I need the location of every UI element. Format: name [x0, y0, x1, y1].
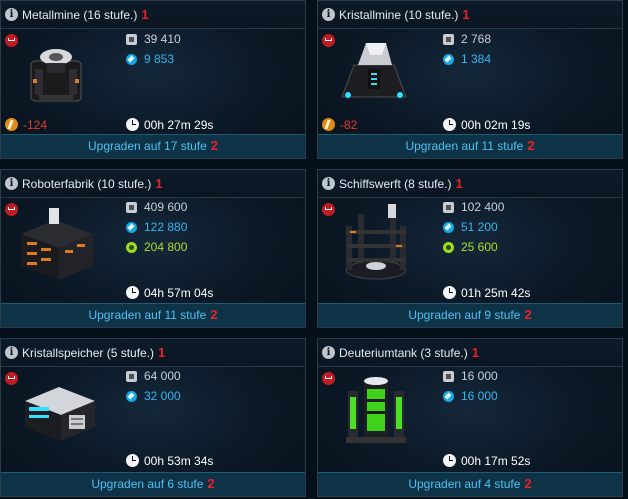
callout-number: 1: [471, 345, 479, 360]
upgrade-button[interactable]: Upgraden auf 4 stufe 2: [318, 472, 622, 496]
metal-cost: 16 000: [461, 369, 498, 383]
teardown-icon[interactable]: [5, 372, 18, 385]
crystal-cost: 32 000: [144, 389, 181, 403]
metal-cost: 2 768: [461, 32, 492, 46]
crystal-cost: 16 000: [461, 389, 498, 403]
info-icon[interactable]: i: [322, 346, 335, 359]
card-header: i Metallmine (16 stufe.) 1: [1, 1, 305, 29]
callout-number: 1: [455, 176, 463, 191]
clock-icon: [126, 454, 139, 467]
energy-icon: [322, 118, 335, 131]
building-image-metallmine: [30, 49, 82, 102]
clock-icon: [443, 454, 456, 467]
callout-number: 2: [207, 476, 215, 491]
callout-number: 1: [158, 345, 166, 360]
info-icon[interactable]: i: [5, 177, 18, 190]
metal-icon: [126, 371, 137, 382]
callout-number: 1: [462, 7, 470, 22]
teardown-icon[interactable]: [5, 34, 18, 47]
energy-consumption: -82: [340, 118, 358, 132]
metal-icon: [126, 34, 137, 45]
building-image-kristallspeicher: [25, 387, 95, 441]
deuterium-icon: [126, 242, 137, 253]
building-title: Kristallspeicher (5 stufe.) 1: [22, 345, 166, 360]
card-header: i Kristallmine (10 stufe.) 1: [318, 1, 622, 29]
deuterium-cost: 204 800: [144, 240, 188, 254]
callout-number: 2: [524, 307, 532, 322]
card-header: i Kristallspeicher (5 stufe.) 1: [1, 339, 305, 367]
crystal-icon: [126, 391, 137, 402]
crystal-cost: 51 200: [461, 220, 498, 234]
building-image-roboterfabrik: [21, 208, 93, 280]
crystal-icon: [443, 391, 454, 402]
build-time: 00h 53m 34s: [144, 454, 214, 468]
callout-number: 1: [155, 176, 163, 191]
teardown-icon[interactable]: [322, 372, 335, 385]
clock-icon: [126, 286, 139, 299]
callout-number: 2: [210, 307, 218, 322]
energy-consumption: -124: [23, 118, 48, 132]
callout-number: 2: [210, 138, 218, 153]
crystal-cost: 1 384: [461, 52, 492, 66]
building-card-metallmine: i Metallmine (16 stufe.) 1 39 410 9 853 -…: [0, 0, 306, 159]
metal-cost: 64 000: [144, 369, 181, 383]
upgrade-button[interactable]: Upgraden auf 11 stufe 2: [1, 303, 305, 327]
building-card-deuteriumtank: i Deuteriumtank (3 stufe.) 1 16 000 16 00…: [317, 338, 623, 497]
upgrade-button[interactable]: Upgraden auf 11 stufe 2: [318, 134, 622, 158]
metal-icon: [443, 202, 454, 213]
deuterium-icon: [443, 242, 454, 253]
building-card-roboterfabrik: i Roboterfabrik (10 stufe.) 1 409 600 122…: [0, 169, 306, 328]
crystal-icon: [126, 222, 137, 233]
build-time: 00h 17m 52s: [461, 454, 531, 468]
energy-icon: [5, 118, 18, 131]
upgrade-button[interactable]: Upgraden auf 6 stufe 2: [1, 472, 305, 496]
deuterium-cost: 25 600: [461, 240, 498, 254]
metal-cost: 409 600: [144, 200, 188, 214]
upgrade-button[interactable]: Upgraden auf 9 stufe 2: [318, 303, 622, 327]
card-header: i Deuteriumtank (3 stufe.) 1: [318, 339, 622, 367]
building-title: Metallmine (16 stufe.) 1: [22, 7, 149, 22]
card-header: i Schiffswerft (8 stufe.) 1: [318, 170, 622, 198]
info-icon[interactable]: i: [5, 8, 18, 21]
building-card-kristallspeicher: i Kristallspeicher (5 stufe.) 1 64 000 32…: [0, 338, 306, 497]
info-icon[interactable]: i: [322, 8, 335, 21]
building-title: Kristallmine (10 stufe.) 1: [339, 7, 470, 22]
build-time: 01h 25m 42s: [461, 286, 531, 300]
building-card-schiffswerft: i Schiffswerft (8 stufe.) 1 102 400 51 20…: [317, 169, 623, 328]
building-card-kristallmine: i Kristallmine (10 stufe.) 1 2 768 1 384 …: [317, 0, 623, 159]
building-title: Schiffswerft (8 stufe.) 1: [339, 176, 463, 191]
crystal-icon: [443, 222, 454, 233]
teardown-icon[interactable]: [322, 34, 335, 47]
card-header: i Roboterfabrik (10 stufe.) 1: [1, 170, 305, 198]
building-title: Deuteriumtank (3 stufe.) 1: [339, 345, 479, 360]
metal-icon: [126, 202, 137, 213]
callout-number: 2: [527, 138, 535, 153]
clock-icon: [443, 286, 456, 299]
crystal-icon: [126, 54, 137, 65]
build-time: 00h 27m 29s: [144, 118, 214, 132]
metal-icon: [443, 34, 454, 45]
callout-number: 2: [524, 476, 532, 491]
building-title: Roboterfabrik (10 stufe.) 1: [22, 176, 163, 191]
teardown-icon[interactable]: [322, 203, 335, 216]
info-icon[interactable]: i: [5, 346, 18, 359]
upgrade-button[interactable]: Upgraden auf 17 stufe 2: [1, 134, 305, 158]
crystal-icon: [443, 54, 454, 65]
crystal-cost: 122 880: [144, 220, 188, 234]
building-image-kristallmine: [341, 43, 407, 98]
crystal-cost: 9 853: [144, 52, 175, 66]
clock-icon: [126, 118, 139, 131]
info-icon[interactable]: i: [322, 177, 335, 190]
build-time: 04h 57m 04s: [144, 286, 214, 300]
clock-icon: [443, 118, 456, 131]
callout-number: 1: [141, 7, 149, 22]
metal-cost: 39 410: [144, 32, 181, 46]
building-image-schiffswerft: [345, 204, 407, 280]
building-image-deuteriumtank: [346, 377, 406, 443]
build-time: 00h 02m 19s: [461, 118, 531, 132]
metal-icon: [443, 371, 454, 382]
metal-cost: 102 400: [461, 200, 505, 214]
